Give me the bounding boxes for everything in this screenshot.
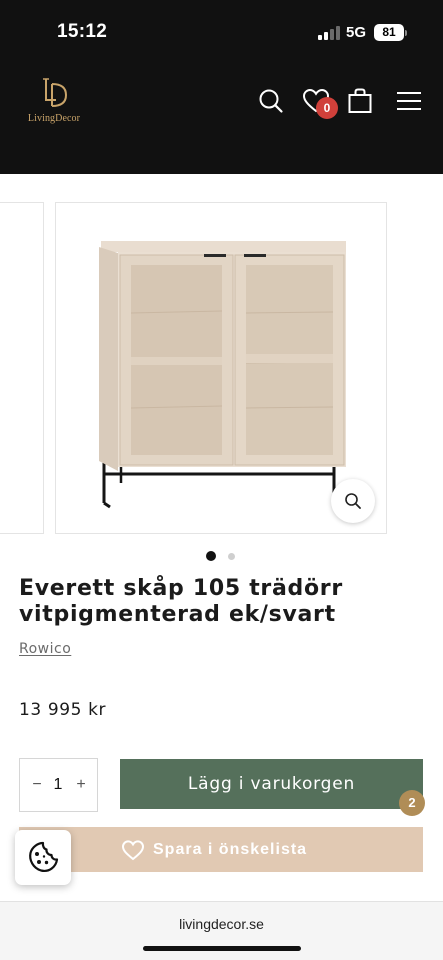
site-logo[interactable]: LivingDecor xyxy=(22,76,86,128)
quantity-value[interactable]: 1 xyxy=(46,759,70,811)
cart-count-badge: 2 xyxy=(399,790,425,816)
status-time: 15:12 xyxy=(57,21,108,42)
product-price: 13 995 kr xyxy=(19,700,107,720)
bag-icon[interactable] xyxy=(345,86,375,116)
gallery-pagination xyxy=(0,550,443,562)
quantity-stepper[interactable]: − 1 + xyxy=(19,758,98,812)
home-indicator[interactable] xyxy=(143,946,301,951)
product-title: Everett skåp 105 trädörr vitpigmenterad … xyxy=(19,576,343,627)
signal-icon xyxy=(318,26,340,40)
menu-icon[interactable] xyxy=(394,86,424,116)
quantity-increase-button[interactable]: + xyxy=(68,759,94,811)
heart-outline-icon xyxy=(121,840,145,861)
battery-tip xyxy=(405,30,407,36)
battery-icon: 81 xyxy=(374,24,404,41)
wishlist-count-badge: 0 xyxy=(316,97,338,119)
zoom-button[interactable] xyxy=(331,479,375,523)
cookie-icon xyxy=(29,841,59,873)
cookie-settings-button[interactable] xyxy=(15,830,71,885)
search-icon[interactable] xyxy=(256,86,286,116)
address-url[interactable]: livingdecor.se xyxy=(0,916,443,932)
logo-text: LivingDecor xyxy=(27,113,81,124)
logo-mark-icon xyxy=(43,78,68,107)
browser-address-bar[interactable]: livingdecor.se xyxy=(0,901,443,960)
zoom-icon xyxy=(345,493,361,509)
gallery-slide-previous[interactable] xyxy=(0,202,44,534)
pagination-dot-active[interactable] xyxy=(206,551,216,561)
network-label: 5G xyxy=(346,24,367,41)
wishlist-button-label: Spara i önskelista xyxy=(153,841,308,858)
site-header: 15:12 5G 81 LivingDecor 0 xyxy=(0,0,443,174)
add-to-cart-button[interactable]: Lägg i varukorgen xyxy=(120,759,423,809)
brand-link[interactable]: Rowico xyxy=(19,641,71,657)
product-gallery[interactable] xyxy=(0,201,443,535)
save-to-wishlist-button[interactable]: Spara i önskelista xyxy=(19,827,423,872)
pagination-dot[interactable] xyxy=(228,553,235,560)
